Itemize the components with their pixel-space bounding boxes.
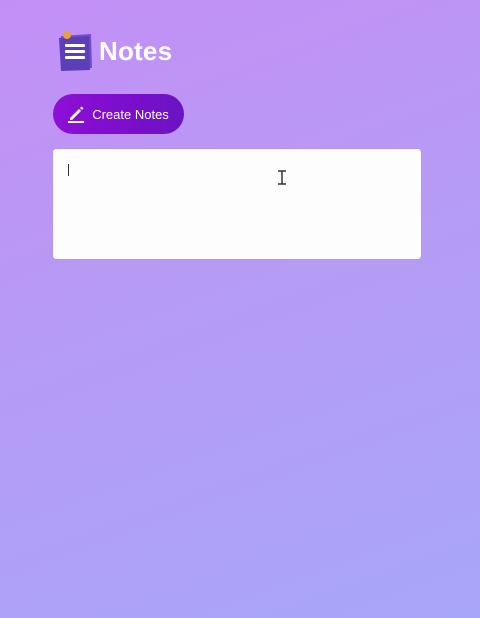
note-input[interactable] [53,149,421,259]
page-title: Notes [99,35,173,66]
note-card [53,149,421,259]
create-notes-label: Create Notes [92,106,169,122]
text-caret [68,164,69,176]
create-notes-button[interactable]: Create Notes [53,94,184,134]
app-header: Notes [57,30,172,72]
i-beam-cursor-icon [276,169,288,186]
pencil-icon [66,104,86,124]
notepad-icon [57,30,95,72]
